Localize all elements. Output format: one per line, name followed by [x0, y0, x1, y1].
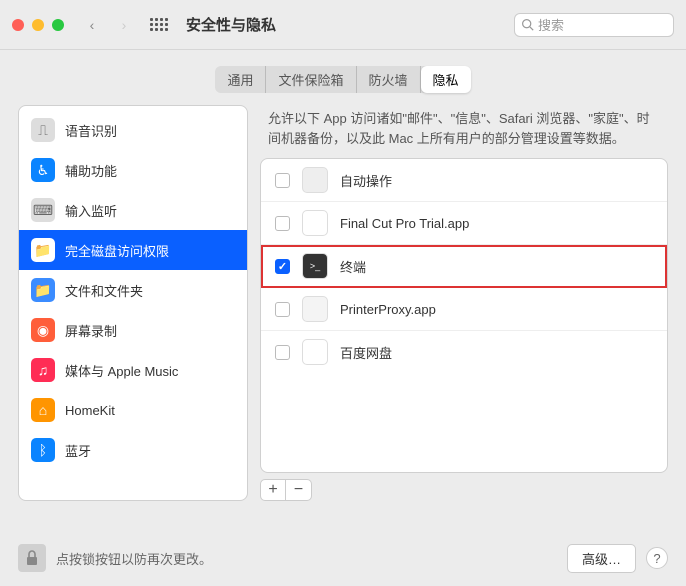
tab-bar: 通用文件保险箱防火墙隐私: [0, 50, 686, 105]
tab-1[interactable]: 文件保险箱: [266, 66, 356, 93]
lock-button[interactable]: [18, 544, 46, 572]
zoom-icon[interactable]: [52, 19, 64, 31]
sidebar-label: 媒体与 Apple Music: [65, 361, 178, 380]
sidebar-item-7[interactable]: ⌂ HomeKit: [19, 390, 247, 430]
sidebar-label: 蓝牙: [65, 441, 91, 460]
app-icon: >_: [302, 253, 328, 279]
footer: 点按锁按钮以防再次更改。 高级… ?: [0, 530, 686, 586]
close-icon[interactable]: [12, 19, 24, 31]
sidebar-label: 语音识别: [65, 121, 117, 140]
grid-icon[interactable]: [150, 18, 168, 31]
checkbox[interactable]: [275, 302, 290, 317]
checkbox[interactable]: [275, 259, 290, 274]
back-button[interactable]: ‹: [80, 13, 104, 37]
keyboard-icon: ⌨: [31, 198, 55, 222]
sidebar-label: 文件和文件夹: [65, 281, 143, 300]
sidebar-item-8[interactable]: ᛒ 蓝牙: [19, 430, 247, 470]
search-icon: [521, 18, 534, 31]
app-icon: [302, 167, 328, 193]
app-icon: [302, 210, 328, 236]
music-icon: ♫: [31, 358, 55, 382]
window-title: 安全性与隐私: [186, 14, 276, 35]
folder-icon: 📁: [31, 238, 55, 262]
minimize-icon[interactable]: [32, 19, 44, 31]
sidebar-label: 辅助功能: [65, 161, 117, 180]
app-row-3[interactable]: PrinterProxy.app: [261, 288, 667, 331]
lock-icon: [25, 550, 39, 566]
app-row-1[interactable]: Final Cut Pro Trial.app: [261, 202, 667, 245]
app-row-2[interactable]: >_ 终端: [261, 245, 667, 288]
waveform-icon: ⎍: [31, 118, 55, 142]
app-row-4[interactable]: 百度网盘: [261, 331, 667, 373]
bluetooth-icon: ᛒ: [31, 438, 55, 462]
add-remove-buttons: + −: [260, 479, 668, 501]
app-list: 自动操作 Final Cut Pro Trial.app >_ 终端 PrinterPr…: [260, 158, 668, 473]
sidebar-item-4[interactable]: 📁 文件和文件夹: [19, 270, 247, 310]
app-name: 终端: [340, 257, 366, 276]
sidebar-item-5[interactable]: ◉ 屏幕录制: [19, 310, 247, 350]
sidebar-label: 输入监听: [65, 201, 117, 220]
search-input[interactable]: 搜索: [514, 13, 674, 37]
sidebar-item-3[interactable]: 📁 完全磁盘访问权限: [19, 230, 247, 270]
app-icon: [302, 339, 328, 365]
checkbox[interactable]: [275, 345, 290, 360]
search-placeholder: 搜索: [538, 15, 564, 34]
app-row-0[interactable]: 自动操作: [261, 159, 667, 202]
tab-2[interactable]: 防火墙: [357, 66, 421, 93]
footer-text: 点按锁按钮以防再次更改。: [56, 549, 557, 568]
tab-0[interactable]: 通用: [215, 66, 266, 93]
remove-button[interactable]: −: [286, 479, 312, 501]
app-name: Final Cut Pro Trial.app: [340, 216, 469, 231]
sidebar-item-1[interactable]: ♿︎ 辅助功能: [19, 150, 247, 190]
window-controls[interactable]: [12, 19, 64, 31]
checkbox[interactable]: [275, 173, 290, 188]
forward-button[interactable]: ›: [112, 13, 136, 37]
detail-pane: 允许以下 App 访问诸如"邮件"、"信息"、Safari 浏览器、"家庭"、时…: [260, 105, 668, 501]
accessibility-icon: ♿︎: [31, 158, 55, 182]
toolbar: ‹ › 安全性与隐私 搜索: [0, 0, 686, 50]
checkbox[interactable]: [275, 216, 290, 231]
sidebar-label: 屏幕录制: [65, 321, 117, 340]
sidebar-item-6[interactable]: ♫ 媒体与 Apple Music: [19, 350, 247, 390]
app-name: 百度网盘: [340, 343, 392, 362]
folder-icon: 📁: [31, 278, 55, 302]
sidebar-label: 完全磁盘访问权限: [65, 241, 169, 260]
app-name: 自动操作: [340, 171, 392, 190]
app-icon: [302, 296, 328, 322]
content-area: ⎍ 语音识别 ♿︎ 辅助功能 ⌨ 输入监听 📁 完全磁盘访问权限 📁 文件和文件夹 ◉ 屏幕录制 ♫ 媒体…: [0, 105, 686, 513]
sidebar-label: HomeKit: [65, 403, 115, 418]
record-icon: ◉: [31, 318, 55, 342]
sidebar-item-0[interactable]: ⎍ 语音识别: [19, 110, 247, 150]
description-text: 允许以下 App 访问诸如"邮件"、"信息"、Safari 浏览器、"家庭"、时…: [260, 105, 668, 158]
help-button[interactable]: ?: [646, 547, 668, 569]
advanced-button[interactable]: 高级…: [567, 544, 636, 573]
sidebar-item-2[interactable]: ⌨ 输入监听: [19, 190, 247, 230]
sidebar: ⎍ 语音识别 ♿︎ 辅助功能 ⌨ 输入监听 📁 完全磁盘访问权限 📁 文件和文件夹 ◉ 屏幕录制 ♫ 媒体…: [18, 105, 248, 501]
app-name: PrinterProxy.app: [340, 302, 436, 317]
home-icon: ⌂: [31, 398, 55, 422]
tab-3[interactable]: 隐私: [421, 66, 471, 93]
add-button[interactable]: +: [260, 479, 286, 501]
